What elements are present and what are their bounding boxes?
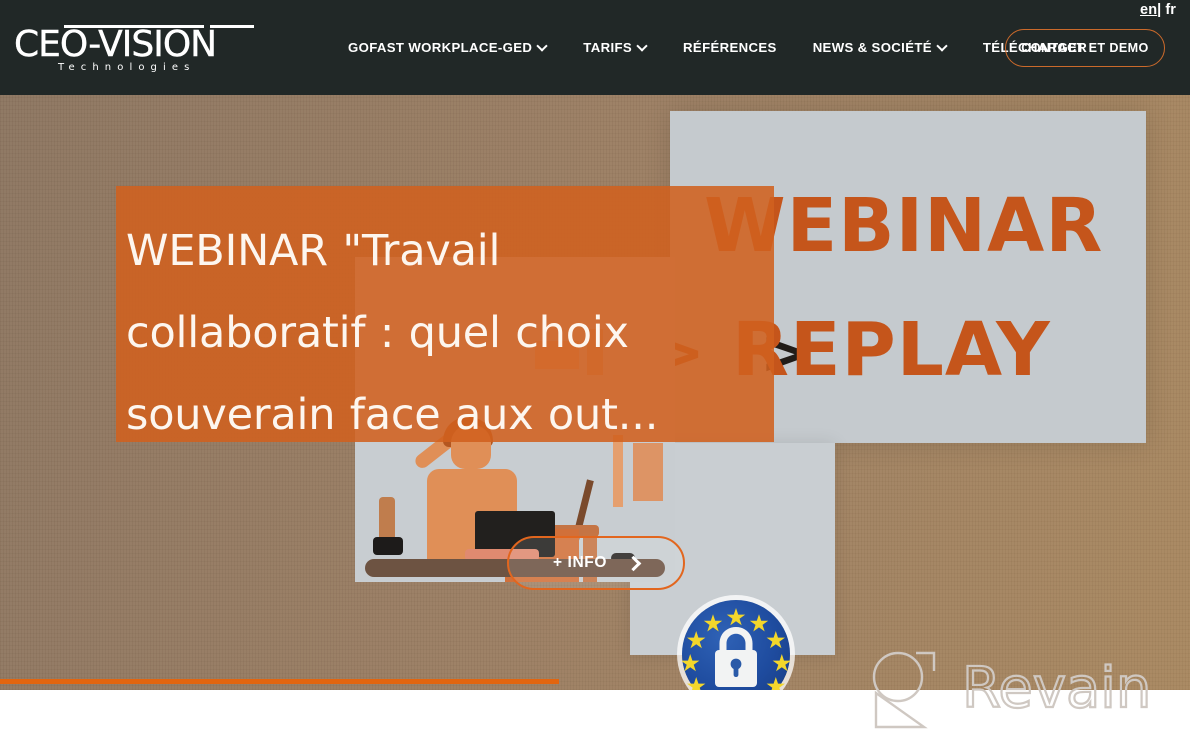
hero-headline-panel: WEBINAR "Travail collaboratif : quel cho… [116, 186, 774, 442]
hero-more-info-label: + INFO [553, 554, 607, 571]
nav-item-references[interactable]: RÉFÉRENCES [665, 35, 795, 61]
page-root: en | fr CEO-VISION Technologies GOFAST W… [0, 0, 1190, 753]
language-switcher[interactable]: en | fr [1140, 2, 1176, 18]
hero-headline: WEBINAR "Travail collaboratif : quel cho… [126, 226, 659, 440]
illustration-lamp-head [373, 537, 403, 555]
nav-item-news-societe[interactable]: NEWS & SOCIÉTÉ [795, 35, 965, 61]
nav-item-label: GOFAST WORKPLACE-GED [348, 40, 533, 55]
nav-item-label: TARIFS [583, 40, 633, 55]
hero-slider: WEBINAR >> > REPLAY [0, 95, 1190, 690]
main-navigation: GOFAST WORKPLACE-GED TARIFS RÉFÉRENCES N… [340, 35, 1105, 61]
chevron-down-icon [538, 42, 547, 51]
site-logo[interactable]: CEO-VISION Technologies [14, 22, 254, 74]
site-header: en | fr CEO-VISION Technologies GOFAST W… [0, 0, 1190, 95]
nav-item-tarifs[interactable]: TARIFS [565, 35, 665, 61]
language-option-fr[interactable]: fr [1165, 2, 1176, 18]
nav-item-label: NEWS & SOCIÉTÉ [812, 40, 932, 55]
page-content-strip [0, 690, 1190, 753]
slider-progress-fill [0, 679, 560, 684]
chevron-down-icon [938, 42, 947, 51]
nav-item-label: RÉFÉRENCES [683, 40, 777, 55]
language-separator: | [1157, 2, 1162, 18]
hero-more-info-button[interactable]: + INFO [507, 536, 685, 590]
logo-tagline: Technologies [58, 62, 196, 73]
nav-item-gofast-workplace-ged[interactable]: GOFAST WORKPLACE-GED [340, 35, 565, 61]
slider-progress-track[interactable] [0, 679, 1190, 684]
logo-wordmark: CEO-VISION [14, 24, 217, 65]
board-text-replay: REPLAY [732, 307, 1051, 393]
chevron-down-icon [638, 42, 647, 51]
lock-glyph [715, 627, 757, 687]
language-option-en[interactable]: en [1140, 2, 1157, 18]
eu-gdpr-lock-badge [682, 600, 790, 690]
chevron-right-icon [627, 557, 639, 569]
contact-demo-label: CONTACT ET DEMO [1021, 41, 1149, 55]
contact-demo-button[interactable]: CONTACT ET DEMO [1005, 29, 1165, 67]
